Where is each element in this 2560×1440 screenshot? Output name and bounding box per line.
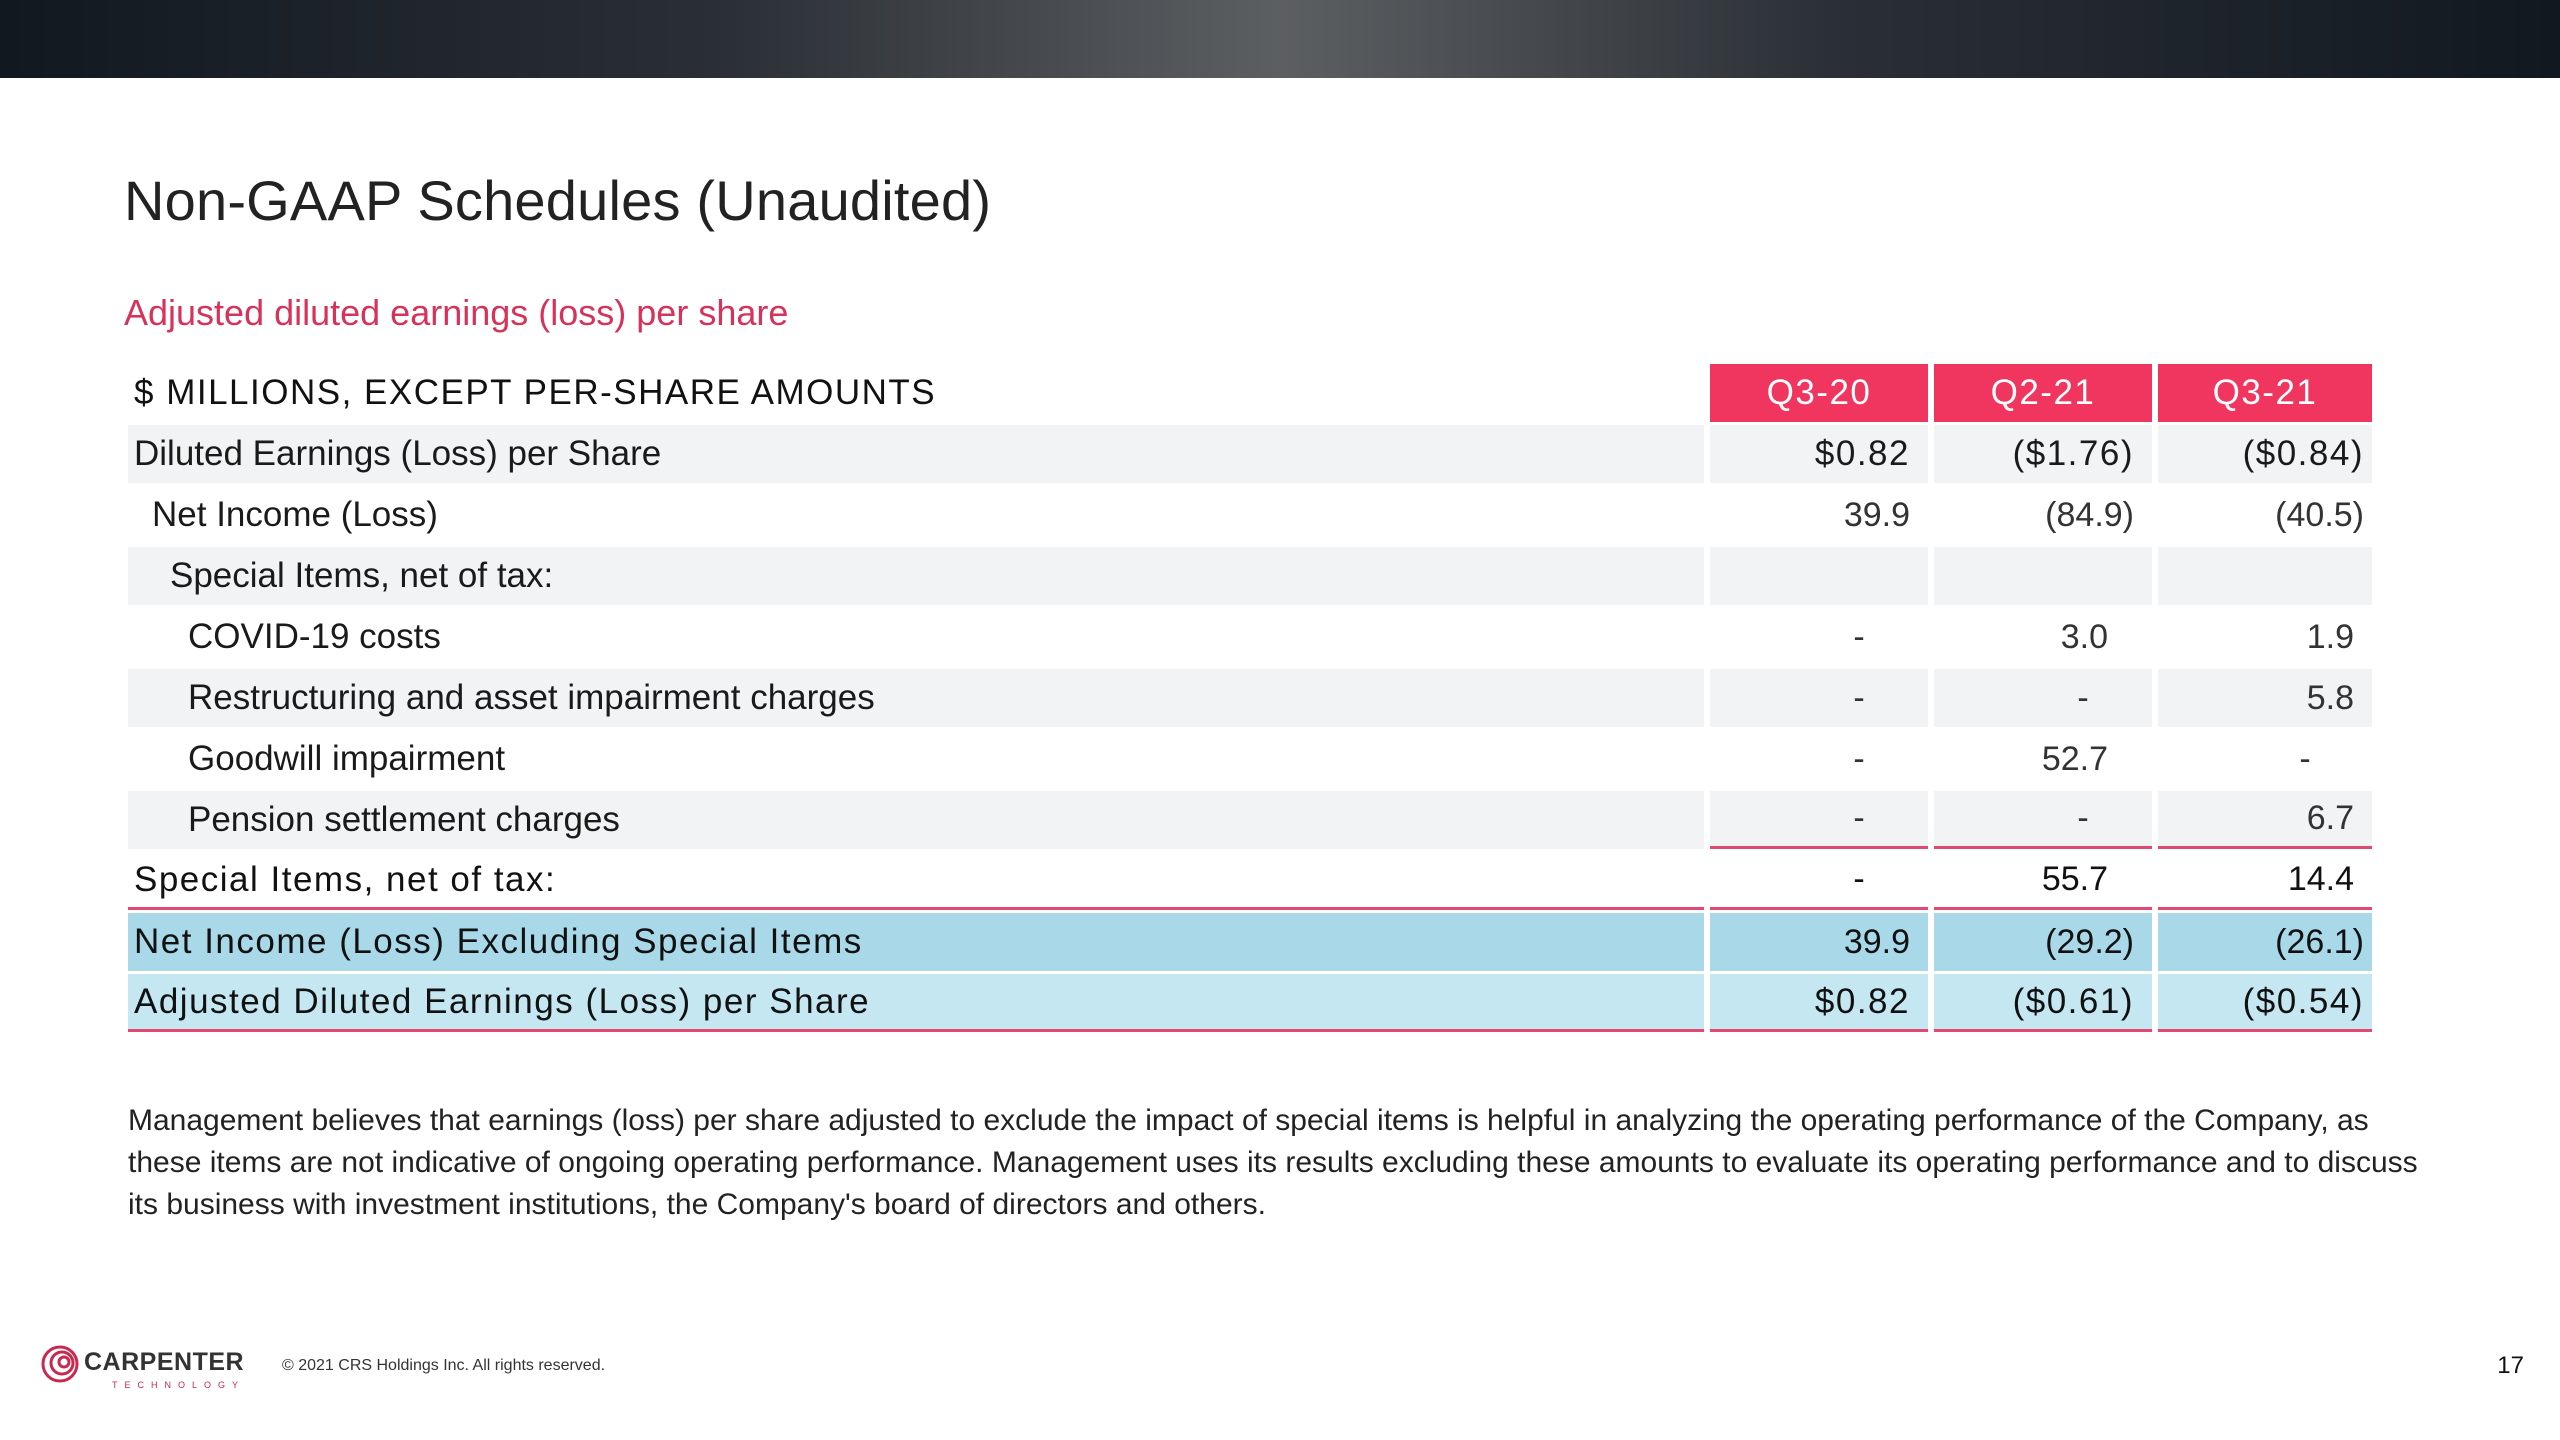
row-value-q3-21: ($0.54) [2158,974,2372,1032]
table-header-row: $ MILLIONS, EXCEPT PER-SHARE AMOUNTS Q3-… [128,364,2372,422]
row-value-q2-21: (84.9) [2045,495,2134,534]
row-value-q3-21: 14.4 [2158,852,2372,910]
table-row-adjusted-eps: Adjusted Diluted Earnings (Loss) per Sha… [128,974,2372,1032]
table-row-net-income: Net Income (Loss) 39.9 (84.9) (40.5) [128,486,2372,544]
row-value-q3-20: - [1710,852,1928,910]
column-header-q2-21: Q2-21 [1934,364,2152,422]
row-value-q2-21: ($1.76) [1934,425,2152,483]
carpenter-logo-icon [41,1345,79,1383]
column-header-q3-20: Q3-20 [1710,364,1928,422]
row-value-q3-21 [2158,547,2372,605]
row-value-q3-20: - [1853,739,1865,778]
row-label: Pension settlement charges [128,791,1704,849]
row-value-q3-20: $0.82 [1710,425,1928,483]
row-value-q3-21: 5.8 [2158,669,2372,727]
row-value-q2-21: 3.0 [2060,617,2108,656]
logo-wordmark: CARPENTER [84,1348,245,1376]
company-logo: CARPENTER TECHNOLOGY [40,1344,260,1390]
page-number: 17 [2497,1352,2524,1379]
table-row-restructuring: Restructuring and asset impairment charg… [128,669,2372,727]
section-subtitle: Adjusted diluted earnings (loss) per sha… [124,292,789,333]
row-value-q3-21: ($0.84) [2158,425,2372,483]
row-label: COVID-19 costs [188,617,441,656]
row-value-q3-20: - [1710,791,1928,849]
logo-subtext: TECHNOLOGY [112,1380,246,1390]
row-value-q2-21 [1934,547,2152,605]
table-row-special-items-total: Special Items, net of tax: - 55.7 14.4 [128,852,2372,910]
copyright-text: © 2021 CRS Holdings Inc. All rights rese… [282,1357,606,1374]
row-value-q2-21: - [1934,669,2152,727]
row-value-q3-20: - [1710,669,1928,727]
explanatory-note: Management believes that earnings (loss)… [128,1104,2418,1221]
table-row-diluted-eps: Diluted Earnings (Loss) per Share $0.82 … [128,425,2372,483]
row-label: Net Income (Loss) Excluding Special Item… [128,913,1704,971]
row-label: Net Income (Loss) [152,495,438,534]
row-label: Goodwill impairment [188,739,506,778]
table-header-label: $ MILLIONS, EXCEPT PER-SHARE AMOUNTS [134,373,937,412]
row-value-q3-21: - [2299,739,2311,778]
row-value-q3-20: 39.9 [1710,913,1928,971]
row-label: Special Items, net of tax: [128,547,1704,605]
row-value-q3-21: (26.1) [2158,913,2372,971]
page-title: Non-GAAP Schedules (Unaudited) [124,169,992,232]
row-value-q2-21: (29.2) [1934,913,2152,971]
column-header-q3-21: Q3-21 [2158,364,2372,422]
row-label: Diluted Earnings (Loss) per Share [128,425,1704,483]
row-value-q2-21: - [1934,791,2152,849]
row-value-q2-21: ($0.61) [1934,974,2152,1032]
table-row-net-income-excluding: Net Income (Loss) Excluding Special Item… [128,913,2372,971]
table-row-pension: Pension settlement charges - - 6.7 [128,791,2372,849]
row-value-q3-21: 1.9 [2306,617,2354,656]
row-label: Adjusted Diluted Earnings (Loss) per Sha… [128,974,1704,1032]
row-label: Special Items, net of tax: [128,852,1704,910]
row-value-q3-20: - [1853,617,1865,656]
row-value-q3-21: (40.5) [2275,495,2364,534]
top-banner [0,0,2560,78]
row-value-q3-20: 39.9 [1843,495,1910,534]
table-row-special-items-heading: Special Items, net of tax: [128,547,2372,605]
row-value-q3-21: 6.7 [2158,791,2372,849]
row-value-q2-21: 55.7 [1934,852,2152,910]
table-row-goodwill: Goodwill impairment - 52.7 - [128,730,2372,788]
row-label: Restructuring and asset impairment charg… [128,669,1704,727]
row-value-q2-21: 52.7 [2041,739,2108,778]
table-row-covid-costs: COVID-19 costs - 3.0 1.9 [128,608,2372,666]
row-value-q3-20: $0.82 [1710,974,1928,1032]
row-value-q3-20 [1710,547,1928,605]
